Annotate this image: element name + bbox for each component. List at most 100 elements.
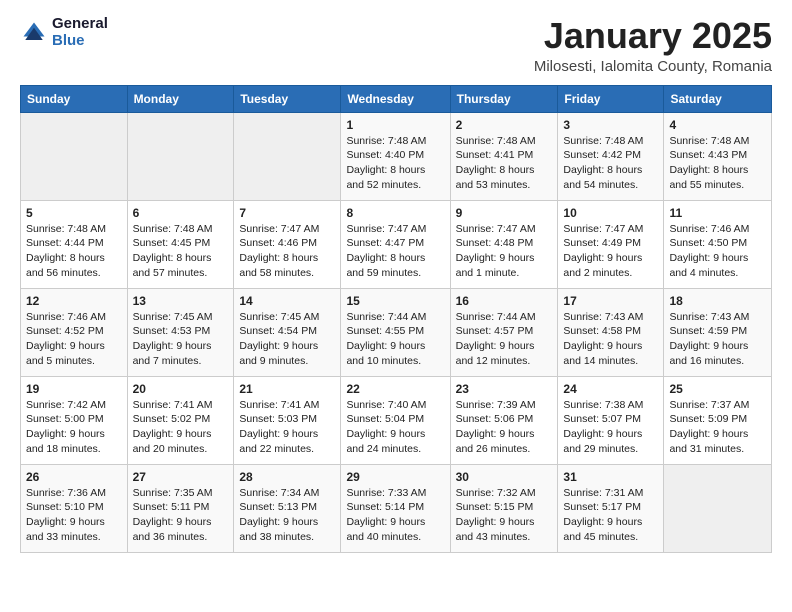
day-number: 14 bbox=[239, 294, 335, 308]
logo: General Blue bbox=[20, 16, 108, 49]
sunset-label: Sunset: 5:10 PM bbox=[26, 501, 104, 513]
daylight-label: Daylight: 8 hours and 58 minutes. bbox=[239, 252, 318, 279]
sunrise-label: Sunrise: 7:44 AM bbox=[346, 311, 426, 323]
table-row bbox=[664, 464, 772, 552]
calendar-week-row: 19 Sunrise: 7:42 AMSunset: 5:00 PMDayligh… bbox=[21, 376, 772, 464]
sunset-label: Sunset: 5:04 PM bbox=[346, 413, 424, 425]
day-number: 30 bbox=[456, 470, 553, 484]
sunset-label: Sunset: 4:41 PM bbox=[456, 149, 534, 161]
table-row: 18Sunrise: 7:43 AMSunset: 4:59 PMDayligh… bbox=[664, 288, 772, 376]
day-number: 22 bbox=[346, 382, 444, 396]
day-number: 21 bbox=[239, 382, 335, 396]
table-row: 28Sunrise: 7:34 AMSunset: 5:13 PMDayligh… bbox=[234, 464, 341, 552]
table-row: 6Sunrise: 7:48 AMSunset: 4:45 PMDaylight… bbox=[127, 200, 234, 288]
day-content: Sunrise: 7:37 AMSunset: 5:09 PMDaylight:… bbox=[669, 398, 766, 457]
day-number: 29 bbox=[346, 470, 444, 484]
day-number: 20 bbox=[133, 382, 229, 396]
sunrise-label: Sunrise: 7:35 AM bbox=[133, 487, 213, 499]
table-row: 23Sunrise: 7:39 AMSunset: 5:06 PMDayligh… bbox=[450, 376, 558, 464]
sunset-label: Sunset: 4:53 PM bbox=[133, 325, 211, 337]
table-row: 29 Sunrise: 7:33 AMSunset: 5:14 PMDayligh… bbox=[341, 464, 450, 552]
day-number: 12 bbox=[26, 294, 122, 308]
logo-general-text: General bbox=[52, 16, 108, 33]
sunrise-label: Sunrise: 7:44 AM bbox=[456, 311, 536, 323]
sunset-label: Sunset: 4:40 PM bbox=[346, 149, 424, 161]
table-row: 22Sunrise: 7:40 AMSunset: 5:04 PMDayligh… bbox=[341, 376, 450, 464]
day-content: Sunrise: 7:47 AMSunset: 4:48 PMDaylight:… bbox=[456, 222, 553, 281]
daylight-label: Daylight: 8 hours and 53 minutes. bbox=[456, 164, 535, 191]
table-row: 31Sunrise: 7:31 AMSunset: 5:17 PMDayligh… bbox=[558, 464, 664, 552]
day-content: Sunrise: 7:46 AMSunset: 4:50 PMDaylight:… bbox=[669, 222, 766, 281]
col-monday: Monday bbox=[127, 85, 234, 112]
sunrise-label: Sunrise: 7:48 AM bbox=[133, 223, 213, 235]
sunrise-label: Sunrise: 7:46 AM bbox=[669, 223, 749, 235]
daylight-label: Daylight: 9 hours and 4 minutes. bbox=[669, 252, 748, 279]
sunrise-label: Sunrise: 7:45 AM bbox=[239, 311, 319, 323]
table-row: 19 Sunrise: 7:42 AMSunset: 5:00 PMDayligh… bbox=[21, 376, 128, 464]
day-number: 13 bbox=[133, 294, 229, 308]
day-content: Sunrise: 7:45 AMSunset: 4:54 PMDaylight:… bbox=[239, 310, 335, 369]
title-block: January 2025 Milosesti, Ialomita County,… bbox=[534, 16, 772, 75]
sunrise-label: Sunrise: 7:39 AM bbox=[456, 399, 536, 411]
sunset-label: Sunset: 5:17 PM bbox=[563, 501, 641, 513]
calendar-table: Sunday Monday Tuesday Wednesday Thursday… bbox=[20, 85, 772, 553]
daylight-label: Daylight: 8 hours and 55 minutes. bbox=[669, 164, 748, 191]
sunset-label: Sunset: 4:48 PM bbox=[456, 237, 534, 249]
day-content: Sunrise: 7:35 AMSunset: 5:11 PMDaylight:… bbox=[133, 486, 229, 545]
sunset-label: Sunset: 5:13 PM bbox=[239, 501, 317, 513]
daylight-label: Daylight: 9 hours and 40 minutes. bbox=[346, 516, 425, 543]
day-number: 17 bbox=[563, 294, 658, 308]
calendar-week-row: 12 Sunrise: 7:46 AMSunset: 4:52 PMDayligh… bbox=[21, 288, 772, 376]
day-content: Sunrise: 7:42 AMSunset: 5:00 PMDaylight:… bbox=[26, 398, 122, 457]
day-number: 16 bbox=[456, 294, 553, 308]
sunset-label: Sunset: 5:09 PM bbox=[669, 413, 747, 425]
daylight-label: Daylight: 9 hours and 26 minutes. bbox=[456, 428, 535, 455]
table-row: 25Sunrise: 7:37 AMSunset: 5:09 PMDayligh… bbox=[664, 376, 772, 464]
daylight-label: Daylight: 8 hours and 52 minutes. bbox=[346, 164, 425, 191]
day-number: 8 bbox=[346, 206, 444, 220]
calendar-week-row: 1Sunrise: 7:48 AMSunset: 4:40 PMDaylight… bbox=[21, 112, 772, 200]
day-content: Sunrise: 7:36 AMSunset: 5:10 PMDaylight:… bbox=[26, 486, 122, 545]
sunrise-label: Sunrise: 7:40 AM bbox=[346, 399, 426, 411]
sunset-label: Sunset: 4:52 PM bbox=[26, 325, 104, 337]
table-row: 5Sunrise: 7:48 AMSunset: 4:44 PMDaylight… bbox=[21, 200, 128, 288]
sunset-label: Sunset: 4:59 PM bbox=[669, 325, 747, 337]
day-number: 2 bbox=[456, 118, 553, 132]
day-number: 19 bbox=[26, 382, 122, 396]
daylight-label: Daylight: 9 hours and 16 minutes. bbox=[669, 340, 748, 367]
day-content: Sunrise: 7:43 AMSunset: 4:59 PMDaylight:… bbox=[669, 310, 766, 369]
sunrise-label: Sunrise: 7:47 AM bbox=[239, 223, 319, 235]
table-row: 13Sunrise: 7:45 AMSunset: 4:53 PMDayligh… bbox=[127, 288, 234, 376]
daylight-label: Daylight: 9 hours and 14 minutes. bbox=[563, 340, 642, 367]
day-content: Sunrise: 7:33 AMSunset: 5:14 PMDaylight:… bbox=[346, 486, 444, 545]
calendar-week-row: 26Sunrise: 7:36 AMSunset: 5:10 PMDayligh… bbox=[21, 464, 772, 552]
sunrise-label: Sunrise: 7:41 AM bbox=[133, 399, 213, 411]
sunset-label: Sunset: 4:58 PM bbox=[563, 325, 641, 337]
table-row bbox=[21, 112, 128, 200]
day-content: Sunrise: 7:47 AMSunset: 4:49 PMDaylight:… bbox=[563, 222, 658, 281]
day-content: Sunrise: 7:48 AMSunset: 4:41 PMDaylight:… bbox=[456, 134, 553, 193]
logo-icon bbox=[20, 19, 48, 47]
day-content: Sunrise: 7:40 AMSunset: 5:04 PMDaylight:… bbox=[346, 398, 444, 457]
daylight-label: Daylight: 9 hours and 22 minutes. bbox=[239, 428, 318, 455]
day-number: 9 bbox=[456, 206, 553, 220]
daylight-label: Daylight: 9 hours and 36 minutes. bbox=[133, 516, 212, 543]
day-content: Sunrise: 7:46 AMSunset: 4:52 PMDaylight:… bbox=[26, 310, 122, 369]
sunset-label: Sunset: 4:42 PM bbox=[563, 149, 641, 161]
daylight-label: Daylight: 9 hours and 12 minutes. bbox=[456, 340, 535, 367]
col-saturday: Saturday bbox=[664, 85, 772, 112]
daylight-label: Daylight: 9 hours and 18 minutes. bbox=[26, 428, 105, 455]
table-row: 1Sunrise: 7:48 AMSunset: 4:40 PMDaylight… bbox=[341, 112, 450, 200]
table-row: 12 Sunrise: 7:46 AMSunset: 4:52 PMDayligh… bbox=[21, 288, 128, 376]
table-row: 9 Sunrise: 7:47 AMSunset: 4:48 PMDaylight… bbox=[450, 200, 558, 288]
day-content: Sunrise: 7:48 AMSunset: 4:40 PMDaylight:… bbox=[346, 134, 444, 193]
table-row: 15Sunrise: 7:44 AMSunset: 4:55 PMDayligh… bbox=[341, 288, 450, 376]
daylight-label: Daylight: 9 hours and 9 minutes. bbox=[239, 340, 318, 367]
table-row: 21Sunrise: 7:41 AMSunset: 5:03 PMDayligh… bbox=[234, 376, 341, 464]
sunset-label: Sunset: 4:46 PM bbox=[239, 237, 317, 249]
daylight-label: Daylight: 9 hours and 20 minutes. bbox=[133, 428, 212, 455]
col-friday: Friday bbox=[558, 85, 664, 112]
table-row: 26Sunrise: 7:36 AMSunset: 5:10 PMDayligh… bbox=[21, 464, 128, 552]
table-row: 24Sunrise: 7:38 AMSunset: 5:07 PMDayligh… bbox=[558, 376, 664, 464]
table-row: 11Sunrise: 7:46 AMSunset: 4:50 PMDayligh… bbox=[664, 200, 772, 288]
